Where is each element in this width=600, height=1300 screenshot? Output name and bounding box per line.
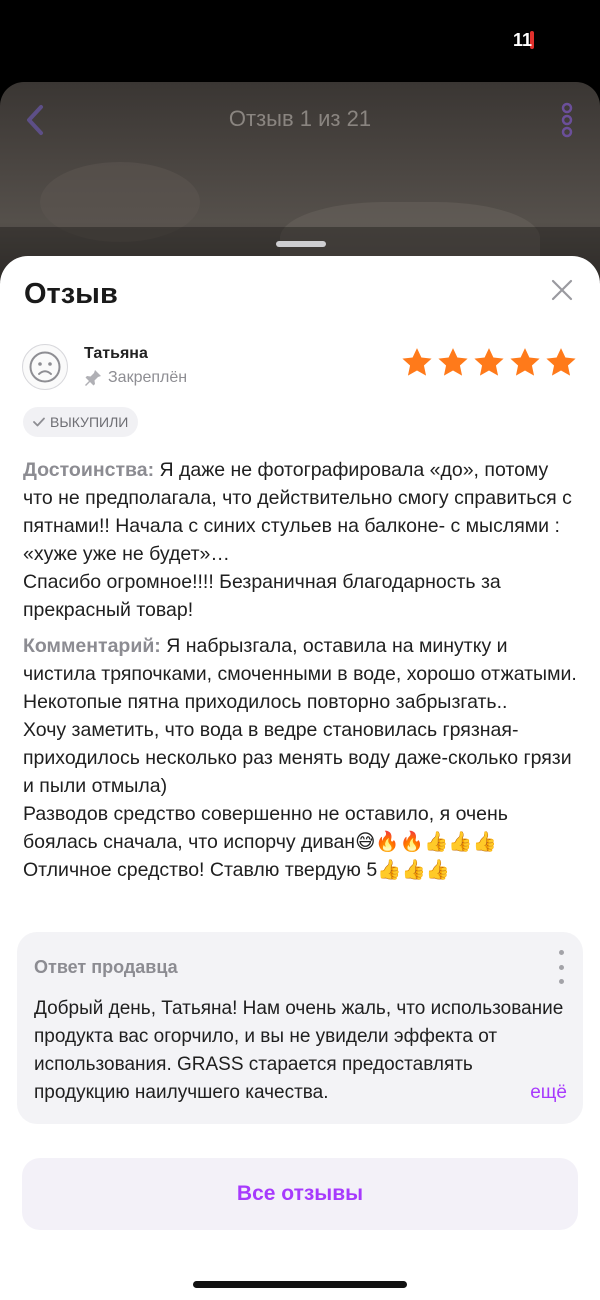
sheet-title: Отзыв [24, 278, 118, 310]
status-bar: 11 [0, 0, 600, 82]
review-advantages: Достоинства: Я даже не фотографировала «… [23, 456, 583, 624]
review-body: Достоинства: Я даже не фотографировала «… [23, 456, 583, 892]
close-button[interactable] [548, 276, 576, 304]
advantages-text: Я даже не фотографировала «до», потому ч… [23, 459, 572, 621]
close-icon [551, 279, 573, 301]
pinned-indicator: Закреплён [84, 369, 187, 387]
more-options-button[interactable] [552, 100, 582, 140]
comment-text: Я набрызгала, оставила на минутку и чист… [23, 635, 577, 881]
advantages-label: Достоинства: [23, 459, 155, 481]
rating-stars [400, 346, 578, 380]
dot [558, 950, 564, 955]
viewer-title: Отзыв 1 из 21 [228, 106, 372, 131]
seller-reply-card: Ответ продавца Добрый день, Татьяна! Нам… [17, 932, 583, 1124]
comment-label: Комментарий: [23, 635, 161, 657]
sad-face-icon [29, 351, 61, 383]
dot [558, 964, 564, 970]
star-icon [474, 348, 504, 376]
purchased-badge: ВЫКУПИЛИ [23, 407, 139, 437]
seller-reply-options-button[interactable] [553, 950, 569, 984]
photo-viewer: Отзыв 1 из 21 [0, 82, 600, 282]
seller-reply-text: Добрый день, Татьяна! Нам очень жаль, чт… [34, 998, 564, 1103]
pin-icon [85, 370, 101, 386]
seller-reply-title: Ответ продавца [34, 957, 178, 977]
sheet-drag-handle[interactable] [276, 241, 326, 247]
checkmark-icon [33, 417, 45, 427]
all-reviews-button[interactable]: Все отзывы [22, 1158, 578, 1230]
star-icon [402, 348, 432, 376]
review-comment: Комментарий: Я набрызгала, оставила на м… [23, 632, 583, 884]
vertical-dots-icon [561, 102, 573, 138]
avatar [22, 344, 68, 390]
home-indicator[interactable] [193, 1281, 407, 1288]
battery-level: 11 [512, 30, 532, 50]
star-icon [438, 348, 468, 376]
star-icon [510, 348, 540, 376]
review-sheet: Отзыв Татьяна Закреплён ВЫКУПИЛИ Достоин… [0, 256, 600, 1300]
pinned-label: Закреплён [108, 369, 188, 386]
dot [558, 979, 564, 984]
review-author: Татьяна [84, 345, 148, 362]
expand-reply-link[interactable]: ещё [500, 1079, 567, 1107]
star-icon [546, 348, 576, 376]
badge-label: ВЫКУПИЛИ [50, 414, 129, 430]
